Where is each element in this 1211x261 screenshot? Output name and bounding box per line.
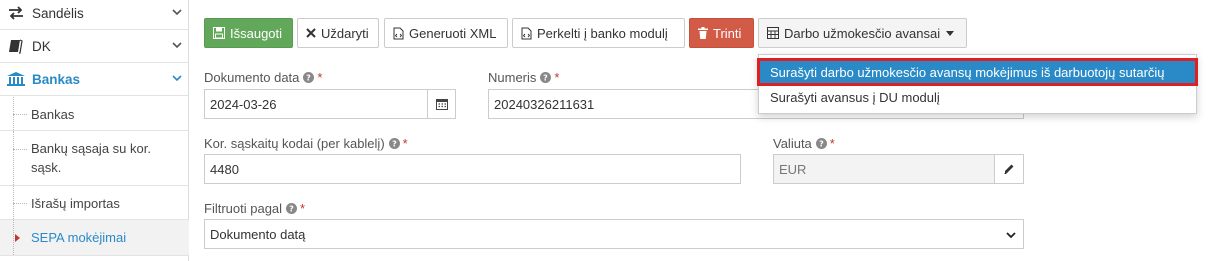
file-code-icon [521, 27, 532, 40]
edit-currency-button[interactable] [994, 154, 1024, 184]
active-arrow-icon [15, 234, 20, 242]
menu-item-advances-to-du[interactable]: Surašyti avansus į DU modulį [759, 85, 1196, 109]
sidebar-subitem-label: Bankas [31, 107, 75, 122]
tree-line [13, 131, 14, 185]
sidebar-item-bankas[interactable]: Bankas [0, 63, 189, 96]
pencil-icon [1004, 164, 1014, 174]
question-circle-icon[interactable]: ? [540, 72, 552, 83]
payroll-advances-label: Darbo užmokesčio avansai [784, 25, 941, 41]
currency-input: EUR [773, 154, 995, 184]
tree-branch [13, 203, 27, 204]
caret-down-icon [946, 30, 955, 36]
delete-button[interactable]: Trinti [689, 18, 754, 48]
payroll-advances-menu: Surašyti darbo užmokesčio avansų mokėjim… [757, 54, 1198, 114]
filter-label-text: Filtruoti pagal [204, 201, 283, 216]
book-icon [6, 38, 26, 54]
accounts-value: 4480 [210, 161, 239, 177]
sidebar: Sandėlis DK Bankas Bankas Bankų sąsaja s… [0, 0, 189, 261]
chevron-down-icon [172, 42, 182, 49]
accounts-label-text: Kor. sąskaitų kodai (per kablelį) [204, 136, 385, 151]
svg-text:?: ? [544, 74, 549, 83]
number-label-text: Numeris [488, 70, 537, 85]
close-label: Uždaryti [321, 25, 369, 41]
generate-xml-label: Generuoti XML [409, 25, 497, 41]
required-asterisk: * [402, 136, 408, 151]
doc-date-label: Dokumento data ? * [204, 70, 322, 85]
delete-label: Trinti [713, 25, 742, 41]
sidebar-subitem-banku-sasaja[interactable]: Bankų sąsaja su kor. sąsk. [0, 131, 189, 186]
sidebar-subitem-label: Bankų sąsaja su kor. sąsk. [31, 141, 151, 175]
arrows-exchange-icon [6, 5, 26, 21]
required-asterisk: * [317, 70, 323, 85]
sidebar-item-label: Bankas [32, 71, 81, 87]
file-code-icon [393, 27, 404, 40]
chevron-down-icon [172, 9, 182, 16]
sidebar-subitem-label: SEPA mokėjimai [31, 230, 127, 245]
accounts-label: Kor. sąskaitų kodai (per kablelį) ? * [204, 136, 408, 151]
sidebar-subitem-israsu-importas[interactable]: Išrašų importas [0, 186, 189, 220]
chevron-down-icon [1006, 232, 1016, 239]
question-circle-icon[interactable]: ? [815, 138, 827, 149]
chevron-down-icon [172, 75, 182, 82]
currency-label-text: Valiuta [773, 136, 812, 151]
doc-date-value: 2024-03-26 [210, 96, 277, 112]
sidebar-item-sandelis[interactable]: Sandėlis [0, 0, 189, 30]
number-label: Numeris ? * [488, 70, 559, 85]
payroll-advances-dropdown[interactable]: Darbo užmokesčio avansai [758, 18, 967, 48]
tree-branch [13, 149, 27, 150]
transfer-label: Perkelti į banko modulį [537, 25, 668, 41]
tree-branch [13, 114, 27, 115]
number-value: 20240326211631 [494, 96, 595, 112]
svg-text:?: ? [307, 74, 312, 83]
save-label: Išsaugoti [230, 25, 283, 41]
sidebar-subitem-label: Išrašų importas [31, 196, 120, 211]
bank-icon [6, 71, 26, 87]
transfer-to-bank-button[interactable]: Perkelti į banko modulį [512, 18, 685, 48]
filter-select[interactable]: Dokumento datą [204, 219, 1024, 249]
calendar-icon [435, 99, 448, 110]
sidebar-item-label: DK [32, 38, 51, 54]
currency-label: Valiuta ? * [773, 136, 835, 151]
required-asterisk: * [300, 201, 306, 216]
tree-line [13, 220, 14, 255]
question-circle-icon[interactable]: ? [303, 72, 315, 83]
generate-xml-button[interactable]: Generuoti XML [384, 18, 508, 48]
filter-label: Filtruoti pagal ? * [204, 201, 305, 216]
trash-icon [698, 27, 708, 39]
svg-text:?: ? [819, 140, 824, 149]
sidebar-subitem-bankas[interactable]: Bankas [0, 97, 189, 131]
question-circle-icon[interactable]: ? [286, 203, 298, 214]
filter-value: Dokumento datą [210, 226, 306, 242]
save-button[interactable]: Išsaugoti [204, 18, 293, 48]
doc-date-label-text: Dokumento data [204, 70, 300, 85]
required-asterisk: * [829, 136, 835, 151]
close-button[interactable]: Uždaryti [297, 18, 379, 48]
required-asterisk: * [554, 70, 560, 85]
floppy-disk-icon [213, 27, 225, 39]
calculator-icon [767, 27, 779, 39]
svg-text:?: ? [392, 140, 397, 149]
accounts-input[interactable]: 4480 [204, 154, 741, 184]
sidebar-item-label: Sandėlis [32, 5, 84, 21]
doc-date-input[interactable]: 2024-03-26 [204, 89, 428, 119]
close-icon [306, 28, 316, 38]
currency-value: EUR [779, 161, 807, 177]
sidebar-subitem-sepa[interactable]: SEPA mokėjimai [0, 220, 189, 256]
svg-text:?: ? [289, 205, 294, 214]
question-circle-icon[interactable]: ? [388, 138, 400, 149]
calendar-button[interactable] [427, 89, 456, 119]
sidebar-item-dk[interactable]: DK [0, 30, 189, 63]
menu-item-advances-from-contracts[interactable]: Surašyti darbo užmokesčio avansų mokėjim… [757, 58, 1198, 86]
